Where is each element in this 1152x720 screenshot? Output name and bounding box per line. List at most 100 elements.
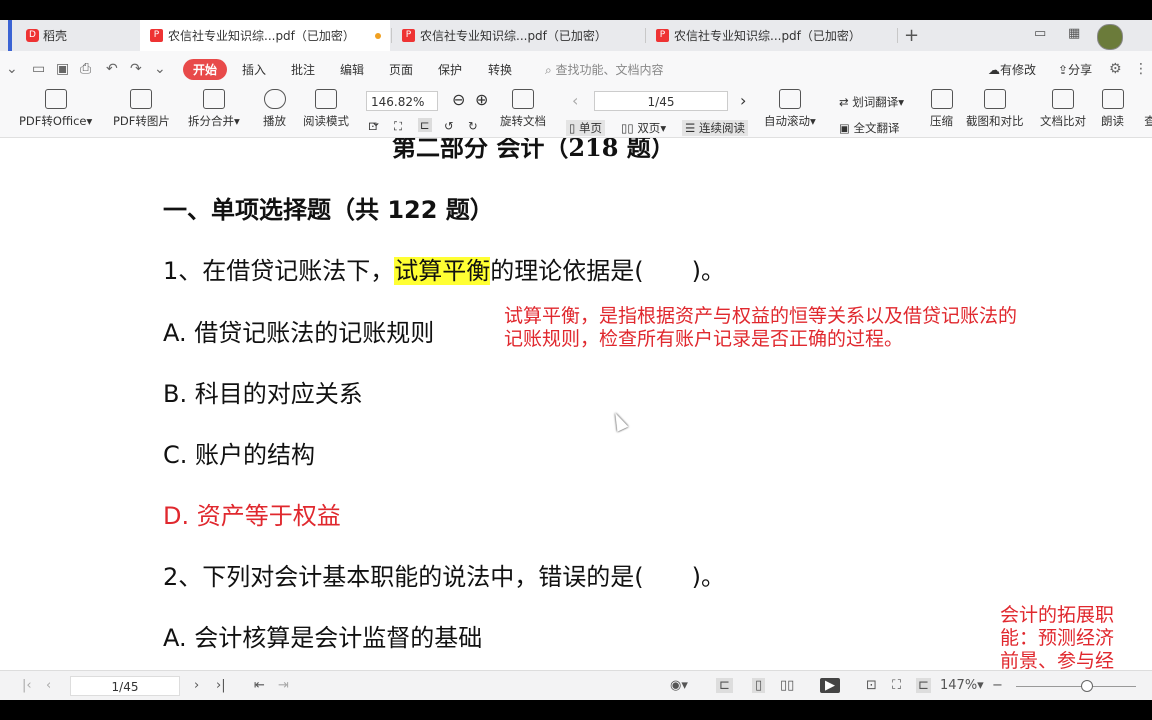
zoom-slider-thumb[interactable] — [1081, 680, 1093, 692]
annotation-note-2-line-2: 能：预测经济 — [1000, 627, 1115, 649]
search-placeholder: 查找功能、文档内容 — [555, 63, 664, 77]
last-page-icon[interactable]: ›| — [216, 678, 226, 693]
menu-convert[interactable]: 转换 — [488, 61, 512, 78]
prev-page-icon[interactable]: ‹ — [46, 678, 51, 693]
doc-compare-button[interactable]: 文档比对 — [1040, 89, 1086, 129]
next-page-icon[interactable]: › — [740, 91, 746, 110]
pdf-file-icon: P — [656, 29, 669, 42]
continuous-read-button[interactable]: ☰ 连续阅读 — [682, 120, 748, 136]
status-page-input[interactable]: 1/45 — [70, 676, 180, 696]
compress-button[interactable]: 压缩 — [930, 89, 953, 129]
page-number-input[interactable]: 1/45 — [594, 91, 728, 111]
fit-width-icon[interactable]: ⊏ — [916, 678, 931, 693]
read-aloud-button[interactable]: 朗读 — [1101, 89, 1124, 129]
doc-compare-label: 文档比对 — [1040, 114, 1086, 128]
double-page-mode-icon[interactable]: ▯▯ — [780, 678, 794, 693]
read-mode-button[interactable]: 阅读模式 — [303, 89, 349, 129]
zoom-out-icon[interactable]: ⊖ — [452, 90, 465, 109]
back-icon[interactable]: ⇤ — [254, 678, 265, 693]
compress-label: 压缩 — [930, 114, 953, 128]
document-view[interactable]: 第二部分 会计（218 题） 一、单项选择题（共 122 题） 1、在借贷记账法… — [0, 138, 1152, 670]
tab-active-document[interactable]: P 农信社专业知识综...pdf（已加密） — [140, 20, 390, 51]
play-button[interactable]: 播放 — [263, 89, 286, 129]
tab-document-2[interactable]: P 农信社专业知识综...pdf（已加密） — [392, 20, 644, 51]
forward-icon[interactable]: ⇥ — [278, 678, 289, 693]
chevron-down-icon[interactable]: ⌄ — [6, 61, 18, 77]
search-input[interactable]: ⌕ 查找功能、文档内容 — [545, 61, 664, 78]
more-dots-icon[interactable]: ⋮ — [1134, 61, 1148, 77]
auto-scroll-button[interactable]: 自动滚动▾ — [764, 89, 816, 129]
share-button[interactable]: ⇪分享 — [1058, 61, 1092, 78]
menu-edit[interactable]: 编辑 — [340, 61, 364, 78]
actual-size-icon[interactable]: ⊡ — [866, 678, 877, 693]
continuous-mode-icon[interactable]: ⊏ — [716, 678, 733, 693]
tab-document-3-label: 农信社专业知识综...pdf（已加密） — [674, 29, 861, 43]
zoom-select[interactable]: 146.82% ⌄ — [366, 91, 438, 129]
annotation-note-2: 会计的拓展职 能：预测经济 前景、参与经 — [1000, 604, 1114, 670]
menu-protect[interactable]: 保护 — [438, 61, 462, 78]
capture-compare-label: 截图和对比 — [966, 114, 1024, 128]
menu-start[interactable]: 开始 — [183, 59, 228, 80]
cloud-icon: ☁ — [988, 63, 1000, 77]
first-page-icon[interactable]: |‹ — [22, 678, 32, 693]
play-slideshow-icon[interactable]: ▶ — [820, 678, 840, 693]
rotate-document-button[interactable]: 旋转文档 — [500, 89, 546, 129]
chevron-down-icon[interactable]: ⌄ — [154, 61, 166, 77]
fit-width-icon[interactable]: ⊏ — [418, 118, 432, 132]
question-1: 1、在借贷记账法下，试算平衡的理论依据是( )。 — [163, 251, 725, 286]
avatar[interactable] — [1097, 24, 1123, 50]
zoom-in-icon[interactable]: ⊕ — [475, 90, 488, 109]
annotation-note-1: 试算平衡，是指根据资产与权益的恒等关系以及借贷记账法的 记账规则，检查所有账户记… — [504, 305, 1017, 351]
grid-apps-icon[interactable]: ▦ — [1068, 26, 1080, 41]
new-tab-plus-icon[interactable]: + — [904, 25, 919, 46]
share-label: 分享 — [1068, 63, 1093, 77]
window-layout-icon[interactable]: ▭ — [1034, 26, 1046, 41]
capture-compare-button[interactable]: 截图和对比 — [966, 89, 1024, 129]
status-zoom-select[interactable]: 147%▾ — [940, 678, 984, 693]
split-merge-button[interactable]: 拆分合并▾ — [188, 89, 240, 129]
single-page-mode-icon[interactable]: ▯ — [752, 678, 766, 693]
print-icon[interactable]: ⎙ — [80, 61, 91, 77]
rotate-right-icon[interactable]: ↻ — [468, 119, 478, 133]
option-c: C. 账户的结构 — [163, 441, 316, 469]
rotate-left-icon[interactable]: ↺ — [444, 119, 454, 133]
menu-annotate[interactable]: 批注 — [291, 61, 315, 78]
has-changes-label: 有修改 — [1000, 63, 1037, 77]
menu-page[interactable]: 页面 — [389, 61, 413, 78]
more-tools-button[interactable]: 查 — [1139, 89, 1152, 129]
share-icon: ⇪ — [1058, 63, 1069, 77]
settings-gear-icon[interactable]: ⚙ — [1109, 61, 1122, 77]
tab-home[interactable]: D 稻壳 — [8, 20, 140, 51]
compress-icon — [930, 89, 953, 109]
question-1-suffix: 的理论依据是( )。 — [490, 257, 726, 285]
tab-document-3[interactable]: P 农信社专业知识综...pdf（已加密） — [646, 20, 896, 51]
double-page-icon: ▯▯ — [621, 121, 638, 135]
fit-page-icon[interactable]: ⛶ — [892, 678, 901, 693]
full-translate-button[interactable]: ▣ 全文翻译 — [839, 120, 900, 136]
zoom-out-minus-icon[interactable]: − — [992, 678, 1003, 693]
zoom-slider-track[interactable] — [1016, 686, 1136, 687]
capture-icon — [983, 89, 1006, 109]
annotation-note-2-line-1: 会计的拓展职 — [1000, 604, 1115, 626]
open-folder-icon[interactable]: ▭ — [32, 61, 45, 77]
previous-page-icon[interactable]: ‹ — [572, 91, 578, 110]
undo-icon[interactable]: ↶ — [106, 61, 118, 77]
save-icon[interactable]: ▣ — [56, 61, 69, 77]
word-translate-button[interactable]: ⇄ 划词翻译▾ — [839, 94, 904, 110]
has-changes-button[interactable]: ☁有修改 — [988, 61, 1036, 78]
annotation-note-1-line-2: 记账规则，检查所有账户记录是否正确的过程。 — [504, 328, 904, 350]
pdf-to-office-button[interactable]: PDF转Office▾ — [19, 89, 92, 129]
fit-page-icon[interactable]: ⛶ — [394, 119, 402, 134]
double-page-button[interactable]: ▯▯ 双页▾ — [621, 120, 666, 136]
menu-insert[interactable]: 插入 — [242, 61, 266, 78]
redo-icon[interactable]: ↷ — [130, 61, 142, 77]
single-page-button[interactable]: ▯ 单页 — [566, 120, 605, 136]
tab-bar: D 稻壳 P 农信社专业知识综...pdf（已加密） P 农信社专业知识综...… — [0, 20, 1152, 51]
pdf-to-image-button[interactable]: PDF转图片 — [113, 89, 170, 129]
read-mode-label: 阅读模式 — [303, 114, 349, 128]
status-bar: |‹ ‹ 1/45 › ›| ⇤ ⇥ ◉▾ ⊏ ▯ ▯▯ ▶ ⊡ ⛶ ⊏ 147… — [0, 670, 1152, 701]
pdf-to-office-label: PDF转Office — [19, 114, 87, 128]
eye-protection-icon[interactable]: ◉▾ — [670, 678, 688, 693]
option-d: D. 资产等于权益 — [163, 502, 341, 530]
next-page-icon[interactable]: › — [194, 678, 199, 693]
